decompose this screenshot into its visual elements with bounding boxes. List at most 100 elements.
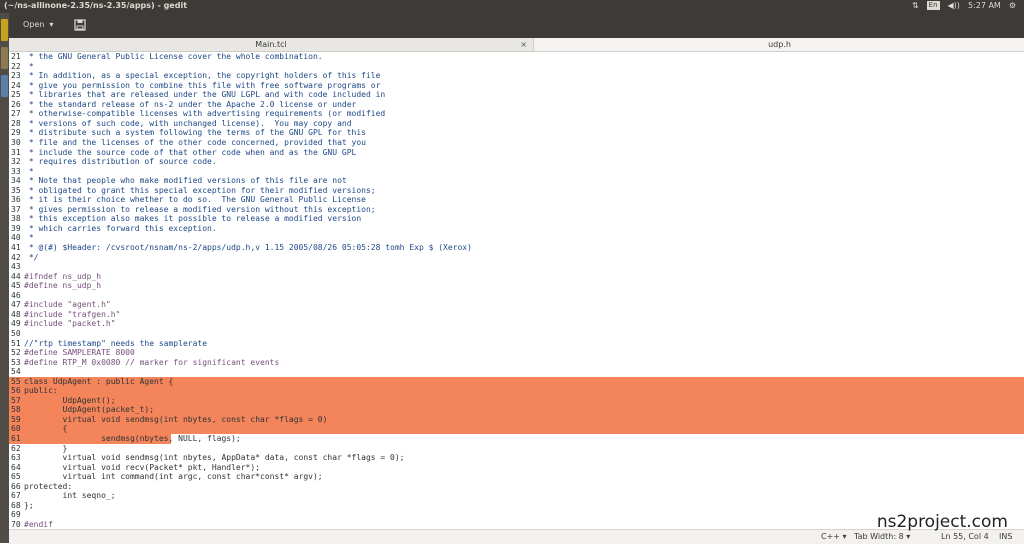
code-line: 59 virtual void sendmsg(int nbytes, cons… bbox=[9, 415, 1024, 425]
network-icon[interactable]: ⇅ bbox=[912, 1, 919, 10]
save-document-icon[interactable] bbox=[73, 18, 87, 32]
code-line: 49#include "packet.h" bbox=[9, 319, 1024, 329]
line-text: * it is their choice whether to do so. T… bbox=[24, 195, 366, 205]
line-number: 46 bbox=[11, 291, 29, 301]
volume-icon[interactable]: ◀)) bbox=[948, 1, 960, 10]
line-text: */ bbox=[24, 253, 38, 263]
watermark: ns2project.com bbox=[877, 512, 1008, 532]
line-number: 50 bbox=[11, 329, 29, 339]
code-line: 39 * which carries forward this exceptio… bbox=[9, 224, 1024, 234]
line-number: 54 bbox=[11, 367, 29, 377]
code-line: 27 * otherwise-compatible licenses with … bbox=[9, 109, 1024, 119]
system-tray: ⇅ En ◀)) 5:27 AM ⚙ bbox=[912, 1, 1016, 10]
line-number: 43 bbox=[11, 262, 29, 272]
keyboard-layout-indicator[interactable]: En bbox=[927, 1, 940, 10]
open-button[interactable]: Open ▾ bbox=[18, 18, 58, 32]
close-icon[interactable]: × bbox=[520, 38, 527, 51]
line-text: * include the source code of that other … bbox=[24, 148, 356, 158]
tab-width-selector[interactable]: Tab Width: 8 ▾ bbox=[854, 532, 910, 541]
code-line: 30 * file and the licenses of the other … bbox=[9, 138, 1024, 148]
line-text: * gives permission to release a modified… bbox=[24, 205, 376, 215]
line-text: * file and the licenses of the other cod… bbox=[24, 138, 366, 148]
line-text: * bbox=[24, 62, 34, 72]
launcher-bar bbox=[0, 13, 9, 543]
code-line: 26 * the standard release of ns-2 under … bbox=[9, 100, 1024, 110]
line-text: protected: bbox=[24, 482, 72, 492]
code-line: 60 { bbox=[9, 424, 1024, 434]
line-text: UdpAgent(packet_t); bbox=[24, 405, 154, 415]
insert-mode: INS bbox=[999, 532, 1012, 541]
open-label: Open bbox=[23, 18, 44, 32]
line-text: * bbox=[24, 167, 34, 177]
code-line: 31 * include the source code of that oth… bbox=[9, 148, 1024, 158]
tab-bar: Main.tcl × udp.h bbox=[9, 38, 1024, 52]
line-text: * @(#) $Header: /cvsroot/nsnam/ns-2/apps… bbox=[24, 243, 472, 253]
header-toolbar: Open ▾ bbox=[9, 13, 1024, 38]
line-text: #include "agent.h" bbox=[24, 300, 111, 310]
power-gear-icon[interactable]: ⚙ bbox=[1009, 1, 1016, 10]
tab-main-tcl[interactable]: Main.tcl × bbox=[9, 38, 533, 51]
line-text: * bbox=[24, 233, 34, 243]
line-text: //"rtp timestamp" needs the samplerate bbox=[24, 339, 207, 349]
code-line: 64 virtual void recv(Packet* pkt, Handle… bbox=[9, 463, 1024, 473]
code-line: 37 * gives permission to release a modif… bbox=[9, 205, 1024, 215]
code-line: 57 UdpAgent(); bbox=[9, 396, 1024, 406]
line-text: * this exception also makes it possible … bbox=[24, 214, 361, 224]
code-line: 50 bbox=[9, 329, 1024, 339]
line-text: * Note that people who make modified ver… bbox=[24, 176, 347, 186]
code-line: 35 * obligated to grant this special exc… bbox=[9, 186, 1024, 196]
code-line: 43 bbox=[9, 262, 1024, 272]
code-line: 45#define ns_udp_h bbox=[9, 281, 1024, 291]
launcher-app-icon[interactable] bbox=[1, 47, 8, 69]
line-text: #define RTP_M 0x0080 // marker for signi… bbox=[24, 358, 279, 368]
code-line: 32 * requires distribution of source cod… bbox=[9, 157, 1024, 167]
line-text: * the GNU General Public License cover t… bbox=[24, 52, 323, 62]
line-text: #define SAMPLERATE 8000 bbox=[24, 348, 135, 358]
code-line: 21 * the GNU General Public License cove… bbox=[9, 52, 1024, 62]
code-line: 58 UdpAgent(packet_t); bbox=[9, 405, 1024, 415]
line-text: virtual void recv(Packet* pkt, Handler*)… bbox=[24, 463, 260, 473]
code-line: 46 bbox=[9, 291, 1024, 301]
line-text: } bbox=[24, 444, 67, 454]
line-text: sendmsg(nbytes, NULL, flags); bbox=[24, 434, 241, 444]
line-text: * give you permission to combine this fi… bbox=[24, 81, 380, 91]
code-line: 38 * this exception also makes it possib… bbox=[9, 214, 1024, 224]
code-line: 24 * give you permission to combine this… bbox=[9, 81, 1024, 91]
code-line: 40 * bbox=[9, 233, 1024, 243]
code-line: 42 */ bbox=[9, 253, 1024, 263]
code-line: 41 * @(#) $Header: /cvsroot/nsnam/ns-2/a… bbox=[9, 243, 1024, 253]
code-line: 28 * versions of such code, with unchang… bbox=[9, 119, 1024, 129]
chevron-down-icon: ▾ bbox=[49, 18, 53, 32]
line-text: class UdpAgent : public Agent { bbox=[24, 377, 173, 387]
tab-label: Main.tcl bbox=[255, 40, 286, 49]
code-line: 65 virtual int command(int argc, const c… bbox=[9, 472, 1024, 482]
code-line: 68}; bbox=[9, 501, 1024, 511]
code-line: 23 * In addition, as a special exception… bbox=[9, 71, 1024, 81]
line-text: public: bbox=[24, 386, 58, 396]
line-text: * In addition, as a special exception, t… bbox=[24, 71, 380, 81]
code-line: 44#ifndef ns_udp_h bbox=[9, 272, 1024, 282]
line-text: UdpAgent(); bbox=[24, 396, 116, 406]
code-line: 62 } bbox=[9, 444, 1024, 454]
launcher-app-icon[interactable] bbox=[1, 19, 8, 41]
line-text: * versions of such code, with unchanged … bbox=[24, 119, 352, 129]
clock[interactable]: 5:27 AM bbox=[968, 1, 1001, 10]
line-text: * distribute such a system following the… bbox=[24, 128, 366, 138]
launcher-app-icon[interactable] bbox=[1, 75, 8, 97]
code-line: 25 * libraries that are released under t… bbox=[9, 90, 1024, 100]
code-line: 52#define SAMPLERATE 8000 bbox=[9, 348, 1024, 358]
line-text: #ifndef ns_udp_h bbox=[24, 272, 101, 282]
code-line: 70#endif bbox=[9, 520, 1024, 529]
line-text: { bbox=[24, 424, 67, 434]
line-text: #include "trafgen.h" bbox=[24, 310, 120, 320]
cursor-position: Ln 55, Col 4 bbox=[941, 532, 989, 541]
language-selector[interactable]: C++ ▾ bbox=[821, 532, 847, 541]
status-bar: C++ ▾ Tab Width: 8 ▾ Ln 55, Col 4 INS bbox=[9, 529, 1024, 544]
code-editor[interactable]: 21 * the GNU General Public License cove… bbox=[9, 52, 1024, 529]
line-text: virtual int command(int argc, const char… bbox=[24, 472, 323, 482]
code-line: 63 virtual void sendmsg(int nbytes, AppD… bbox=[9, 453, 1024, 463]
tab-udp-h[interactable]: udp.h bbox=[533, 38, 1024, 51]
code-line: 61 sendmsg(nbytes, NULL, flags); bbox=[9, 434, 1024, 444]
code-line: 67 int seqno_; bbox=[9, 491, 1024, 501]
code-line: 29 * distribute such a system following … bbox=[9, 128, 1024, 138]
